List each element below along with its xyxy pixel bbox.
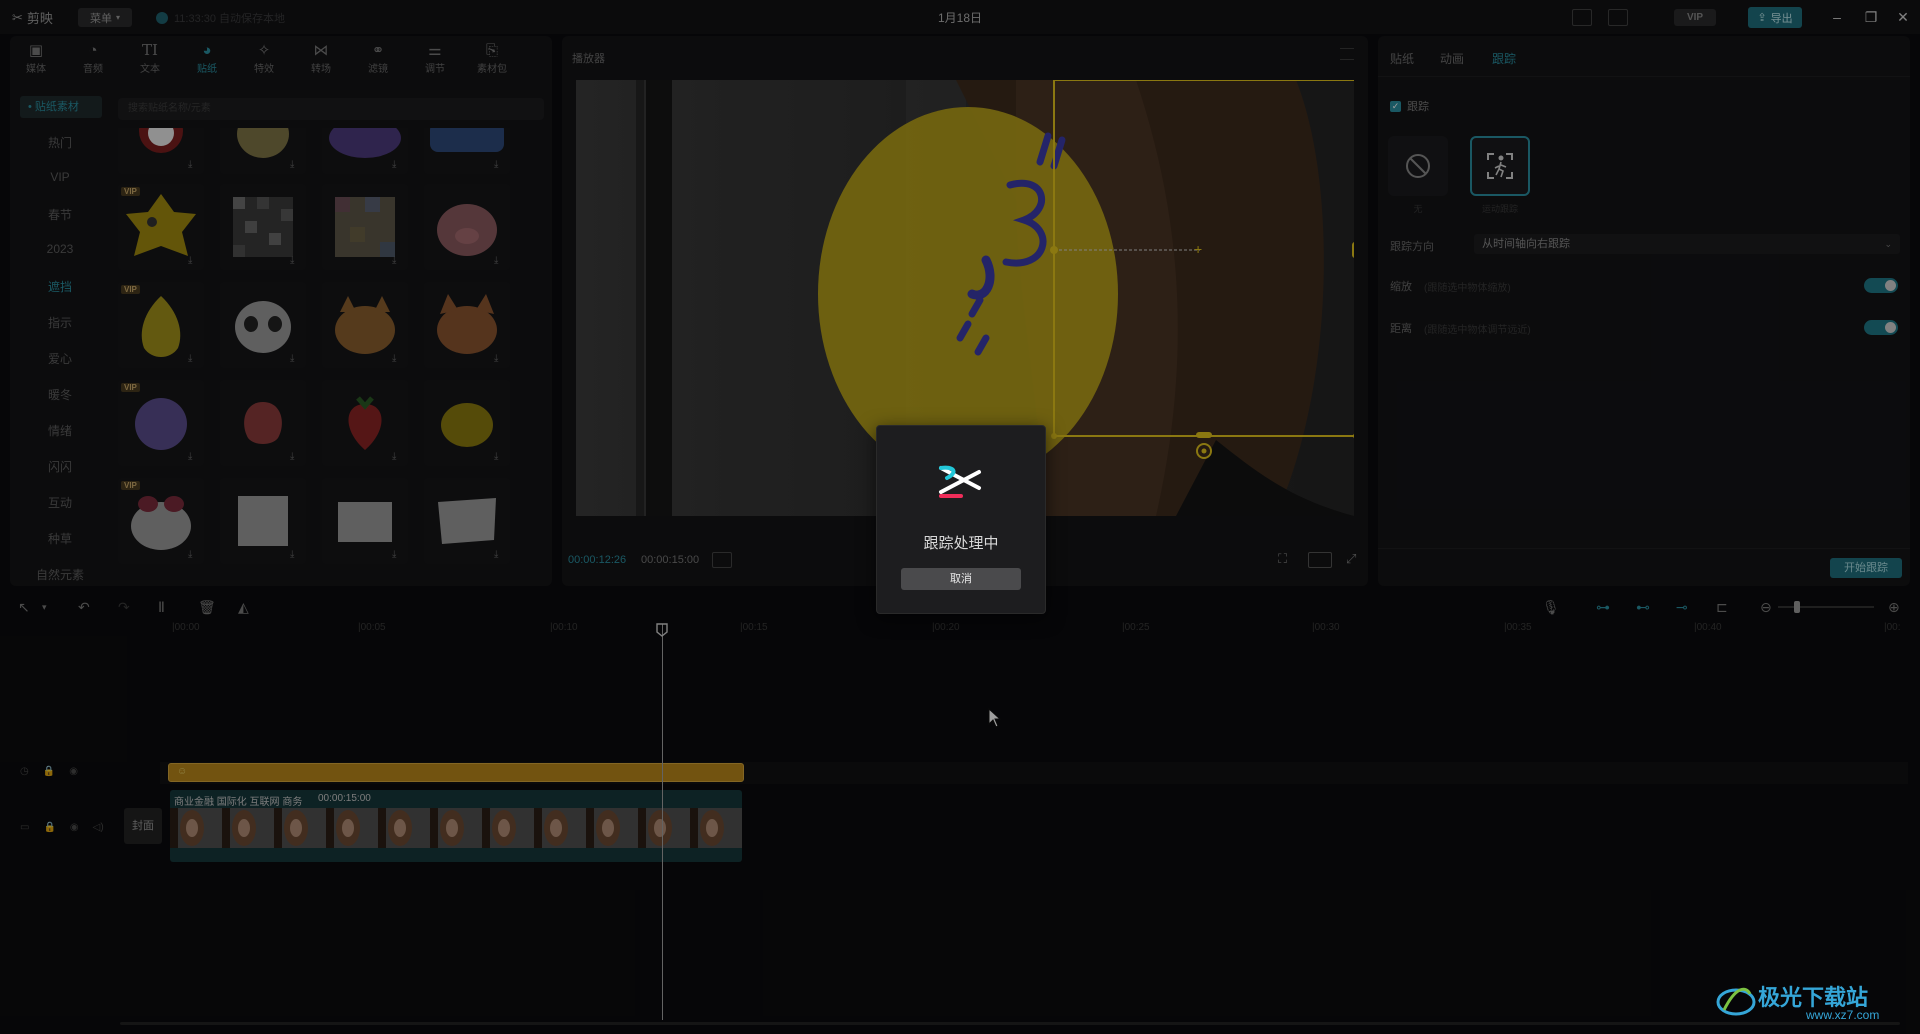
tracking-progress-dialog: 跟踪处理中 取消 (876, 425, 1046, 614)
watermark-logo-icon (1716, 987, 1756, 1016)
processing-message: 跟踪处理中 (923, 535, 999, 552)
cancel-button[interactable]: 取消 (901, 568, 1021, 590)
capcut-logo-icon (939, 465, 981, 498)
watermark-url: www.xz7.com (1806, 1008, 1880, 1022)
